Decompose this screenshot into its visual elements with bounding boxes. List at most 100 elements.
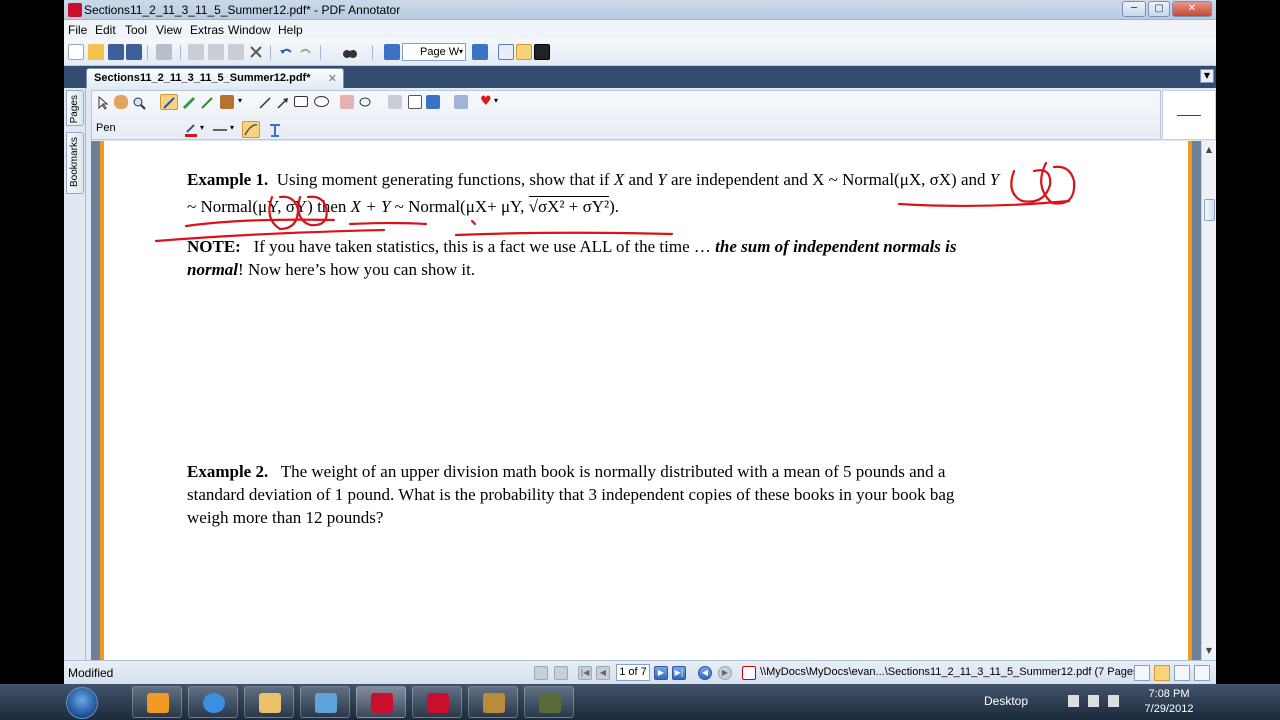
arrow-tool-icon[interactable] <box>276 95 290 109</box>
undo-icon[interactable] <box>278 44 294 60</box>
menu-edit[interactable]: Edit <box>95 23 116 37</box>
tab-list-dropdown[interactable]: ▼ <box>1200 69 1214 83</box>
paste-icon[interactable] <box>228 44 244 60</box>
page-number-field[interactable]: 1 of 7 <box>616 664 650 681</box>
back-button[interactable]: ◀ <box>698 666 712 680</box>
print-status-icon[interactable] <box>534 666 548 680</box>
menu-file[interactable]: File <box>68 23 87 37</box>
next-page-button[interactable]: ▶ <box>654 666 668 680</box>
last-page-button[interactable]: ▶| <box>672 666 686 680</box>
start-button[interactable] <box>66 687 98 719</box>
scroll-down-arrow[interactable]: ▼ <box>1203 644 1215 658</box>
favorites-dropdown-icon[interactable]: ▾ <box>494 96 502 110</box>
insert-page-icon[interactable] <box>426 95 440 109</box>
close-tab-icon[interactable]: ✕ <box>328 72 337 85</box>
stamp-dropdown-icon[interactable]: ▾ <box>238 96 246 110</box>
delete-icon[interactable] <box>248 44 264 60</box>
zoom-in-icon[interactable] <box>472 44 488 60</box>
toolbar-separator <box>180 45 181 60</box>
battery-icon[interactable] <box>1068 695 1079 707</box>
scroll-up-arrow[interactable]: ▲ <box>1203 143 1215 157</box>
taskbar-network[interactable] <box>300 686 350 718</box>
pdf-page[interactable]: Example 1. Using moment generating funct… <box>100 141 1192 660</box>
system-clock[interactable]: 7:08 PM 7/29/2012 <box>1134 687 1204 717</box>
line-width-dropdown-icon[interactable]: ▾ <box>230 123 238 137</box>
text-tool-icon[interactable] <box>268 122 282 137</box>
smooth-ink-icon[interactable] <box>242 121 260 138</box>
taskbar-internet-explorer[interactable] <box>188 686 238 718</box>
previous-page-button[interactable]: ◀ <box>596 666 610 680</box>
cut-icon[interactable] <box>188 44 204 60</box>
print-icon[interactable] <box>156 44 172 60</box>
image-tool-icon[interactable] <box>388 95 402 109</box>
open-folder-icon[interactable] <box>88 44 104 60</box>
taskbar-outlook[interactable] <box>132 686 182 718</box>
zoom-out-icon[interactable] <box>384 44 400 60</box>
favorites-heart-icon[interactable]: ♥ <box>480 95 494 109</box>
pdf-annotator-app-icon[interactable] <box>68 3 82 17</box>
save-icon[interactable] <box>108 44 124 60</box>
forward-button[interactable]: ▶ <box>718 666 732 680</box>
redo-icon[interactable] <box>298 44 314 60</box>
menu-help[interactable]: Help <box>278 23 303 37</box>
pen-color-icon[interactable] <box>184 122 198 137</box>
new-document-icon[interactable] <box>68 44 84 60</box>
zoom-tool-icon[interactable] <box>132 95 146 110</box>
rectangle-tool-icon[interactable] <box>294 96 308 107</box>
tab-bookmarks-label: Bookmarks <box>69 137 80 188</box>
window-title: Sections11_2_11_3_11_5_Summer12.pdf* - P… <box>84 3 401 17</box>
close-window-button[interactable]: ✕ <box>1172 1 1212 17</box>
fit-width-icon[interactable] <box>516 44 532 60</box>
find-binoculars-icon[interactable] <box>342 44 358 60</box>
document-tab-strip: Sections11_2_11_3_11_5_Summer12.pdf* ✕ ▼ <box>64 66 1216 88</box>
continuous-view-icon[interactable] <box>1154 665 1170 681</box>
desktop-toolbar-label[interactable]: Desktop <box>984 694 1028 708</box>
zoom-level-dropdown[interactable]: Page W ▾ <box>402 43 466 61</box>
first-page-button[interactable]: |◀ <box>578 666 592 680</box>
vertical-scrollbar[interactable]: ▲ ▼ <box>1201 141 1216 660</box>
continuous-facing-view-icon[interactable] <box>1194 665 1210 681</box>
scrollbar-thumb[interactable] <box>1204 199 1215 221</box>
annotation-toolbar: ▾ ♥ ▾ Pen ▾ ▾ <box>91 90 1161 140</box>
eraser-icon[interactable] <box>340 95 354 109</box>
volume-icon[interactable] <box>1108 695 1119 707</box>
fit-height-icon[interactable] <box>498 44 514 60</box>
facing-view-icon[interactable] <box>1174 665 1190 681</box>
menu-window[interactable]: Window <box>228 23 271 37</box>
stamp-icon[interactable] <box>220 95 234 109</box>
line-tool-icon[interactable] <box>258 95 272 109</box>
menu-view[interactable]: View <box>156 23 182 37</box>
taskbar-pdf-annotator[interactable] <box>356 686 406 718</box>
toolbar-separator <box>147 45 148 60</box>
single-page-view-icon[interactable] <box>1134 665 1150 681</box>
taskbar-adobe-reader[interactable] <box>412 686 462 718</box>
ellipse-tool-icon[interactable] <box>314 96 329 107</box>
pen-color-dropdown-icon[interactable]: ▾ <box>200 123 208 137</box>
lasso-icon[interactable] <box>358 95 372 109</box>
pen-tool-icon[interactable] <box>160 94 178 110</box>
menu-tool[interactable]: Tool <box>125 23 147 37</box>
copy-icon[interactable] <box>208 44 224 60</box>
taskbar-explorer[interactable] <box>244 686 294 718</box>
hand-tool-icon[interactable] <box>114 95 128 109</box>
menu-extras[interactable]: Extras <box>190 23 224 37</box>
tab-pages[interactable]: Pages <box>66 90 84 126</box>
ink-annotations[interactable] <box>104 141 1196 660</box>
text-box-icon[interactable] <box>408 95 422 109</box>
line-width-icon[interactable] <box>212 122 228 136</box>
tab-bookmarks[interactable]: Bookmarks <box>66 132 84 194</box>
highlighter-icon[interactable] <box>182 95 196 110</box>
save-all-icon[interactable] <box>126 44 142 60</box>
action-center-flag-icon[interactable] <box>1088 695 1099 707</box>
document-viewport[interactable]: Example 1. Using moment generating funct… <box>91 141 1201 660</box>
screenshot-icon[interactable] <box>454 95 468 109</box>
select-arrow-icon[interactable] <box>96 95 110 110</box>
full-screen-icon[interactable] <box>534 44 550 60</box>
taskbar-app[interactable] <box>468 686 518 718</box>
tab-document[interactable]: Sections11_2_11_3_11_5_Summer12.pdf* ✕ <box>86 68 344 88</box>
minimize-button[interactable]: ─ <box>1122 1 1146 17</box>
email-icon[interactable] <box>554 666 568 680</box>
maximize-button[interactable]: ▢ <box>1148 1 1170 17</box>
marker-icon[interactable] <box>200 95 214 109</box>
taskbar-recorder[interactable] <box>524 686 574 718</box>
